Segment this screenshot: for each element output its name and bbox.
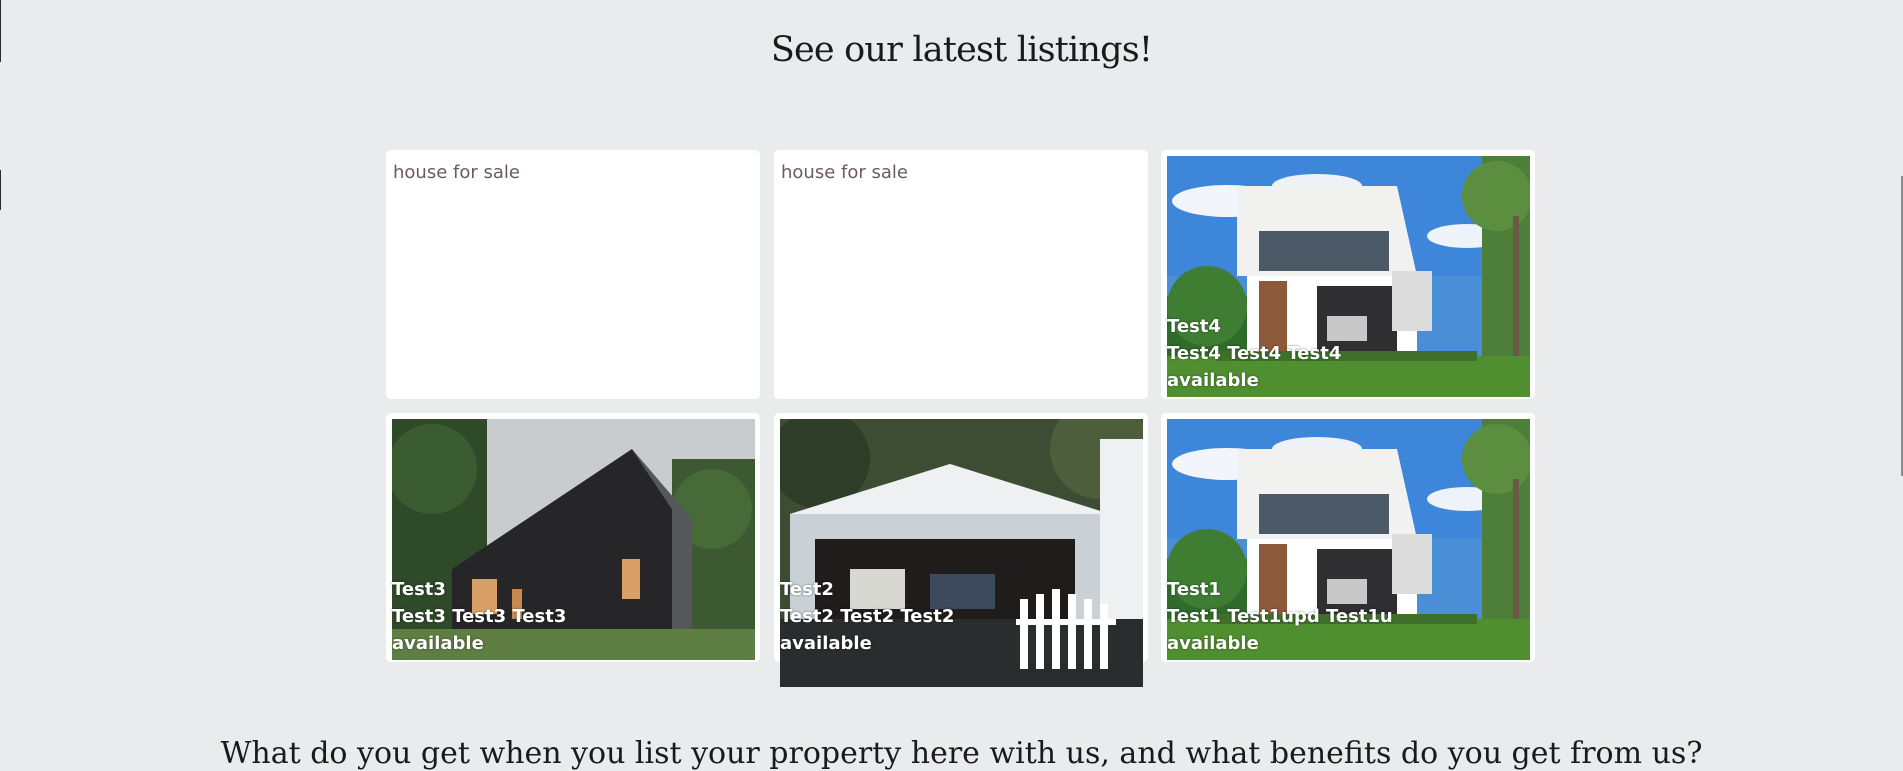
listing-card[interactable]: Test3 Test3 Test3 Test3 available [386,413,760,662]
listing-card[interactable]: Test4 Test4 Test4 Test4 available [1161,150,1535,399]
listing-caption: Test4 Test4 Test4 Test4 available [1167,313,1341,394]
listing-card[interactable]: house for sale [774,150,1148,399]
listing-name: Test4 [1167,316,1221,337]
listing-status: available [780,633,872,654]
window-edge [0,170,1,210]
listing-status: available [392,633,484,654]
listing-status: available [1167,370,1259,391]
listing-caption: Test2 Test2 Test2 Test2 available [780,576,954,657]
section-heading: See our latest listings! [770,30,1153,70]
benefits-heading: What do you get when you list your prope… [220,736,1703,771]
listing-card[interactable]: house for sale [386,150,760,399]
listing-description: Test4 Test4 Test4 [1167,343,1342,364]
listing-caption: Test1 Test1 Test1upd Test1u available [1167,576,1393,657]
listing-description: Test3 Test3 Test3 [392,606,567,627]
listing-name: Test3 [392,579,446,600]
listing-caption: Test3 Test3 Test3 Test3 available [392,576,566,657]
listing-name: Test1 [1167,579,1221,600]
image-alt-text: house for sale [393,162,520,183]
listing-status: available [1167,633,1259,654]
listing-description: Test1 Test1upd Test1u [1167,606,1393,627]
listing-card[interactable]: Test1 Test1 Test1upd Test1u available [1161,413,1535,662]
listing-name: Test2 [780,579,834,600]
listing-card[interactable]: Test2 Test2 Test2 Test2 available [774,413,1148,687]
listing-description: Test2 Test2 Test2 [780,606,955,627]
image-alt-text: house for sale [781,162,908,183]
